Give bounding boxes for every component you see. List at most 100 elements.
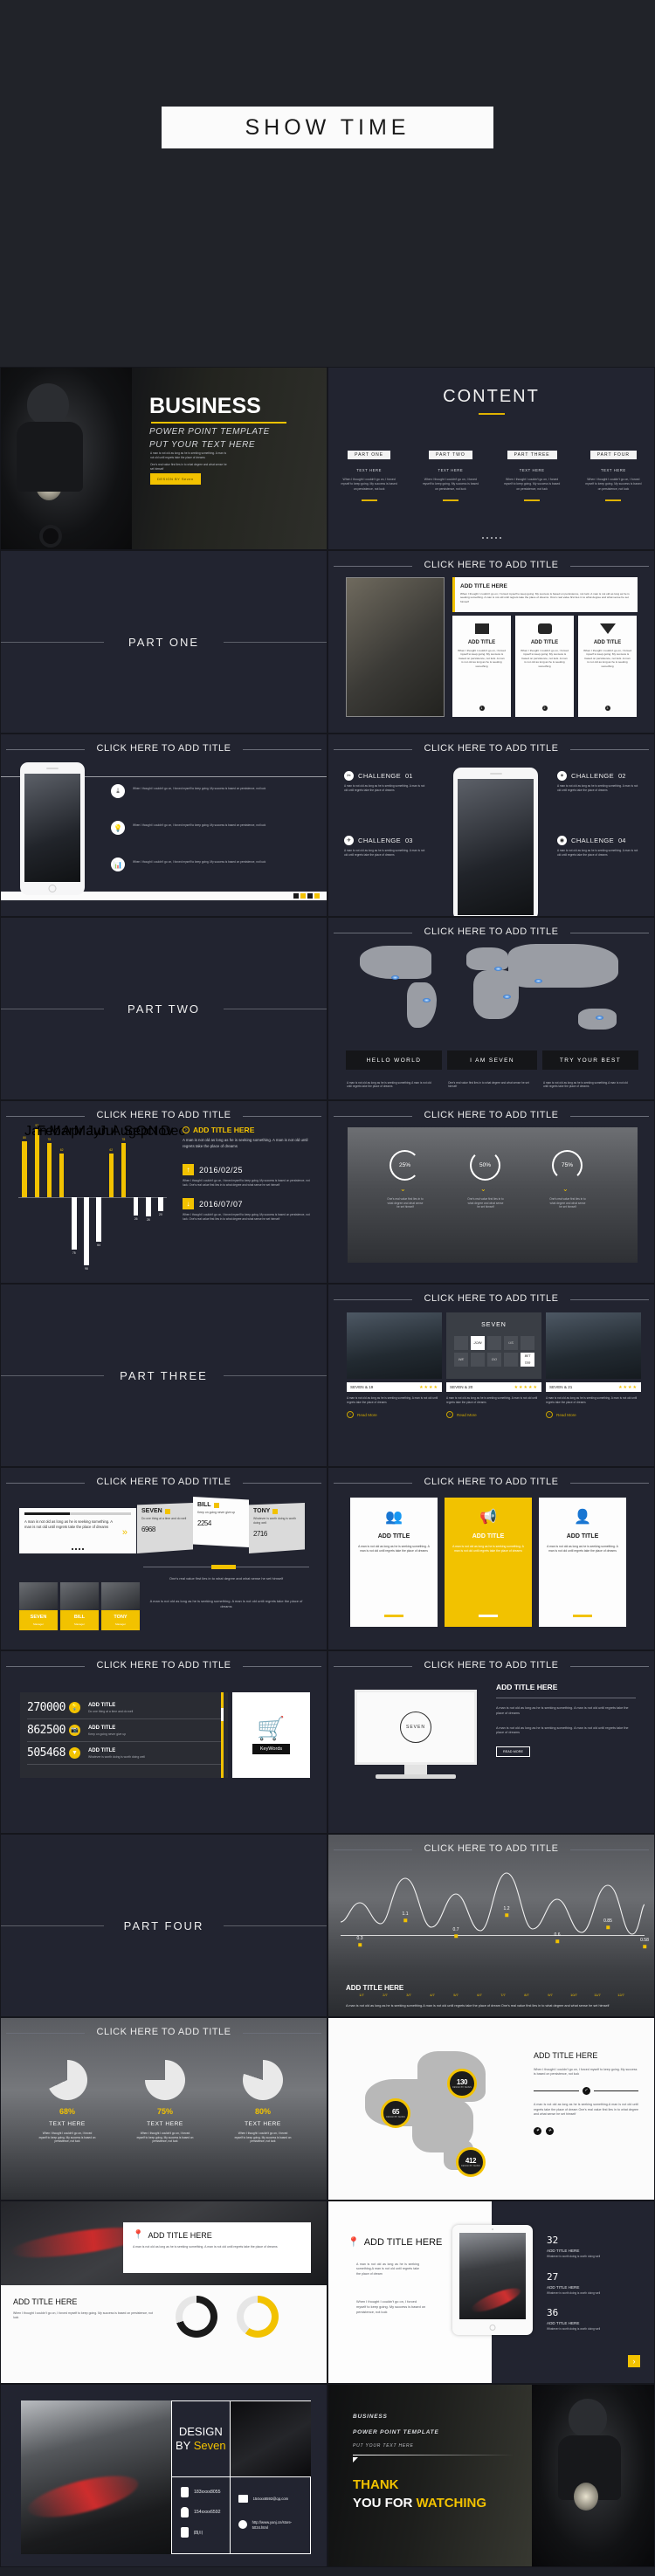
next-arrow-button[interactable]: › [628, 2355, 640, 2367]
content-column[interactable]: PART ONE TEXT HERE When I thought I coul… [328, 444, 410, 501]
feature-card[interactable]: ADD TITLE When I thought I couldn’t go o… [452, 616, 511, 717]
read-more-link[interactable]: › Read More [347, 1411, 442, 1419]
content-column[interactable]: PART THREE TEXT HERE When I thought I co… [492, 444, 573, 501]
slide-divider-part-one[interactable]: PART ONE [0, 550, 328, 734]
slide-team[interactable]: CLICK HERE TO ADD TITLE A man is not old… [0, 1467, 328, 1650]
pie-item[interactable]: 80% TEXT HERE When I thought I couldn’t … [219, 2060, 307, 2144]
map-tag[interactable]: I AM SEVEN [447, 1050, 537, 1070]
team-quote-panel[interactable]: A man is not old as long as he is seekin… [19, 1508, 136, 1553]
member-card[interactable]: SEVEN Manager [19, 1582, 58, 1630]
stat-item[interactable]: 36 ADD TITLE HERE Whatever is worth doin… [547, 2307, 634, 2331]
feature-card[interactable]: ADD TITLE When I thought I couldn’t go o… [515, 616, 574, 717]
legend-swatches [293, 893, 320, 899]
location-card[interactable]: 📍 ADD TITLE HERE A man is not old as lon… [123, 2222, 311, 2273]
fold-card[interactable]: SEVEN Do one thing at a time and do well… [137, 1503, 193, 1553]
slide-pie-charts[interactable]: CLICK HERE TO ADD TITLE 68% TEXT HERE Wh… [0, 2017, 328, 2201]
review-card[interactable]: SEVEN & 21 ★★★★ A man is not old as long… [546, 1312, 641, 1419]
content-column[interactable]: PART TWO TEXT HERE When I thought I coul… [410, 444, 491, 501]
contact-row[interactable]: http://www.yanj.cn/store-5034.html [238, 2520, 303, 2531]
wave-body: A man is not old as long as he is seekin… [346, 2004, 610, 2008]
list-item-text: When I thought I couldn’t go on, I force… [133, 823, 266, 827]
people-card[interactable]: 👥 ADD TITLE A man is not old as long as … [350, 1498, 438, 1627]
slide-reviews[interactable]: CLICK HERE TO ADD TITLE SEVEN & 19 ★★★★ … [328, 1284, 655, 1467]
scroll-track[interactable] [221, 1692, 224, 1778]
slide-world-map[interactable]: CLICK HERE TO ADD TITLE HELLO WORLD I AM… [328, 917, 655, 1100]
contact-row[interactable]: 四川 [181, 2527, 221, 2538]
slide-divider-part-two[interactable]: PART TWO [0, 917, 328, 1100]
marker-value: 65 [391, 2108, 400, 2116]
contact-row[interactable]: 183xxxx8055 [181, 2487, 221, 2497]
member-card[interactable]: BILL Manager [60, 1582, 99, 1630]
slide-china-map[interactable]: 130 DESIGN BY SEVEN 65 DESIGN BY SEVEN 4… [328, 2017, 655, 2201]
people-card-highlight[interactable]: 📢 ADD TITLE A man is not old as long as … [445, 1498, 532, 1627]
list-item[interactable]: 📊 When I thought I couldn’t go on, I for… [111, 858, 314, 871]
card-body: When I thought I couldn’t go on, I force… [460, 592, 630, 603]
review-card[interactable]: SEVEN JOIN US WE DO BET TER SEVEN & 20 ★… [446, 1312, 541, 1419]
stat-item[interactable]: 27 ADD TITLE HERE Whatever is worth doin… [547, 2271, 634, 2296]
slide-road-donuts[interactable]: 📍 ADD TITLE HERE A man is not old as lon… [0, 2201, 328, 2384]
slide-numbers[interactable]: CLICK HERE TO ADD TITLE 270000 💡 ADD TIT… [0, 1650, 328, 1834]
slide-three-cards[interactable]: CLICK HERE TO ADD TITLE ADD TITLE HERE W… [328, 550, 655, 734]
challenge-item[interactable]: ✶ CHALLENGE 02 A man is not old as long … [557, 771, 640, 792]
design-by-button[interactable]: DESIGN BY Seven [150, 473, 201, 485]
thank-word: THANK [353, 2477, 399, 2492]
list-item[interactable]: ⤓ When I thought I couldn’t go on, I for… [111, 784, 314, 798]
pie-item[interactable]: 75% TEXT HERE When I thought I couldn’t … [121, 2060, 209, 2144]
slide-thank-you[interactable]: BUSINESS POWER POINT TEMPLATE PUT YOUR T… [328, 2384, 655, 2567]
slide-challenges[interactable]: CLICK HERE TO ADD TITLE ✂ CHALLENGE 01 A… [328, 734, 655, 917]
accent-bar [452, 577, 455, 612]
star-rating: ★★★★★ [514, 1384, 538, 1390]
map-beacon [391, 975, 399, 980]
people-card[interactable]: 👤 ADD TITLE A man is not old as long as … [539, 1498, 626, 1627]
challenge-item[interactable]: ◉ CHALLENGE 04 A man is not old as long … [557, 836, 640, 857]
read-more-link[interactable]: › Read More [546, 1411, 641, 1419]
fold-card[interactable]: TONY Whatever is worth doing is worth do… [249, 1503, 305, 1553]
list-item-text: When I thought I couldn’t go on, I force… [133, 787, 266, 790]
map-marker[interactable]: 65 DESIGN BY SEVEN [381, 2098, 410, 2128]
list-item[interactable]: 💡 When I thought I couldn’t go on, I for… [111, 821, 314, 835]
feature-card[interactable]: ADD TITLE When I thought I couldn’t go o… [578, 616, 637, 717]
motorcycle-photo [1, 368, 132, 549]
header-card[interactable]: ADD TITLE HERE When I thought I couldn’t… [452, 577, 638, 612]
stat-item[interactable]: 32 ADD TITLE HERE Whatever is worth doin… [547, 2235, 634, 2259]
review-card[interactable]: SEVEN & 19 ★★★★ A man is not old as long… [347, 1312, 442, 1419]
read-more-button[interactable]: READ MORE [496, 1746, 530, 1758]
map-marker[interactable]: 130 DESIGN BY SEVEN [447, 2069, 477, 2098]
map-tag[interactable]: TRY YOUR BEST [542, 1050, 638, 1070]
slide-people-cards[interactable]: CLICK HERE TO ADD TITLE 👥 ADD TITLE A ma… [328, 1467, 655, 1650]
slide-content[interactable]: CONTENT PART ONE TEXT HERE When I though… [328, 367, 655, 550]
fold-card[interactable]: BILL Keep on going never give up 2254 [193, 1497, 249, 1547]
challenge-item[interactable]: ✈ CHALLENGE 03 A man is not old as long … [344, 836, 427, 857]
event-item[interactable]: ↓ 2016/07/07 [183, 1198, 314, 1210]
slide-divider-part-three[interactable]: PART THREE [0, 1284, 328, 1467]
number-row[interactable]: 270000 💡 ADD TITLE Do one thing at a tim… [27, 1701, 221, 1719]
slide-wave-chart[interactable]: CLICK HERE TO ADD TITLE 0.3 1.1 0.7 1.2 0.6 0… [328, 1834, 655, 2017]
slide-monitor[interactable]: CLICK HERE TO ADD TITLE SEVEN ADD TITLE … [328, 1650, 655, 1834]
member-card[interactable]: TONY Manager [101, 1582, 140, 1630]
pie-item[interactable]: 68% TEXT HERE When I thought I couldn’t … [24, 2060, 111, 2144]
read-more-link[interactable]: › Read More [446, 1411, 541, 1419]
number-row[interactable]: 862500 📷 ADD TITLE Keep on going never g… [27, 1719, 221, 1742]
number-row[interactable]: 505468 ▼ ADD TITLE Whatever is worth doi… [27, 1742, 221, 1765]
keyword-card[interactable]: 🛒 KeyWords [232, 1692, 310, 1778]
scroll-thumb[interactable] [221, 1708, 224, 1721]
challenge-item[interactable]: ✂ CHALLENGE 01 A man is not old as long … [344, 771, 427, 792]
contact-row[interactable]: 154xxx6592@qq.com [238, 2495, 303, 2503]
bluetooth-icon[interactable]: ✶ [534, 2126, 541, 2135]
map-marker[interactable]: 412 DESIGN BY SEVEN [456, 2147, 486, 2177]
slide-phone-list[interactable]: CLICK HERE TO ADD TITLE ⤓ When I thought… [0, 734, 328, 917]
slide-bar-chart[interactable]: CLICK HERE TO ADD TITLE 80Jan97Feb78Mar6… [0, 1100, 328, 1284]
slide-city-progress[interactable]: CLICK HERE TO ADD TITLE 25% 50% 75% ⌄ ⌄ [328, 1100, 655, 1284]
contact-row[interactable]: 154xxxx6592 [181, 2507, 221, 2517]
slide-business-cover[interactable]: BUSINESS POWER POINT TEMPLATE PUT YOUR T… [0, 367, 328, 550]
challenge-body: A man is not old as long as he is seekin… [557, 849, 638, 857]
event-item[interactable]: ↑ 2016/02/25 [183, 1164, 314, 1176]
slide-divider-part-four[interactable]: PART FOUR [0, 1834, 328, 2017]
map-tag[interactable]: HELLO WORLD [346, 1050, 442, 1070]
content-column[interactable]: PART FOUR TEXT HERE When I thought I cou… [573, 444, 654, 501]
title-rule-left [6, 1666, 85, 1667]
plane-icon[interactable]: ✈ [546, 2126, 554, 2135]
slide-tablet[interactable]: 📍 ADD TITLE HERE A man is not old as lon… [328, 2201, 655, 2384]
card-title: ADD TITLE [593, 640, 622, 645]
slide-contact[interactable]: DESIGN BY Seven 183xxxx8055 154xxxx6592 … [0, 2384, 328, 2567]
